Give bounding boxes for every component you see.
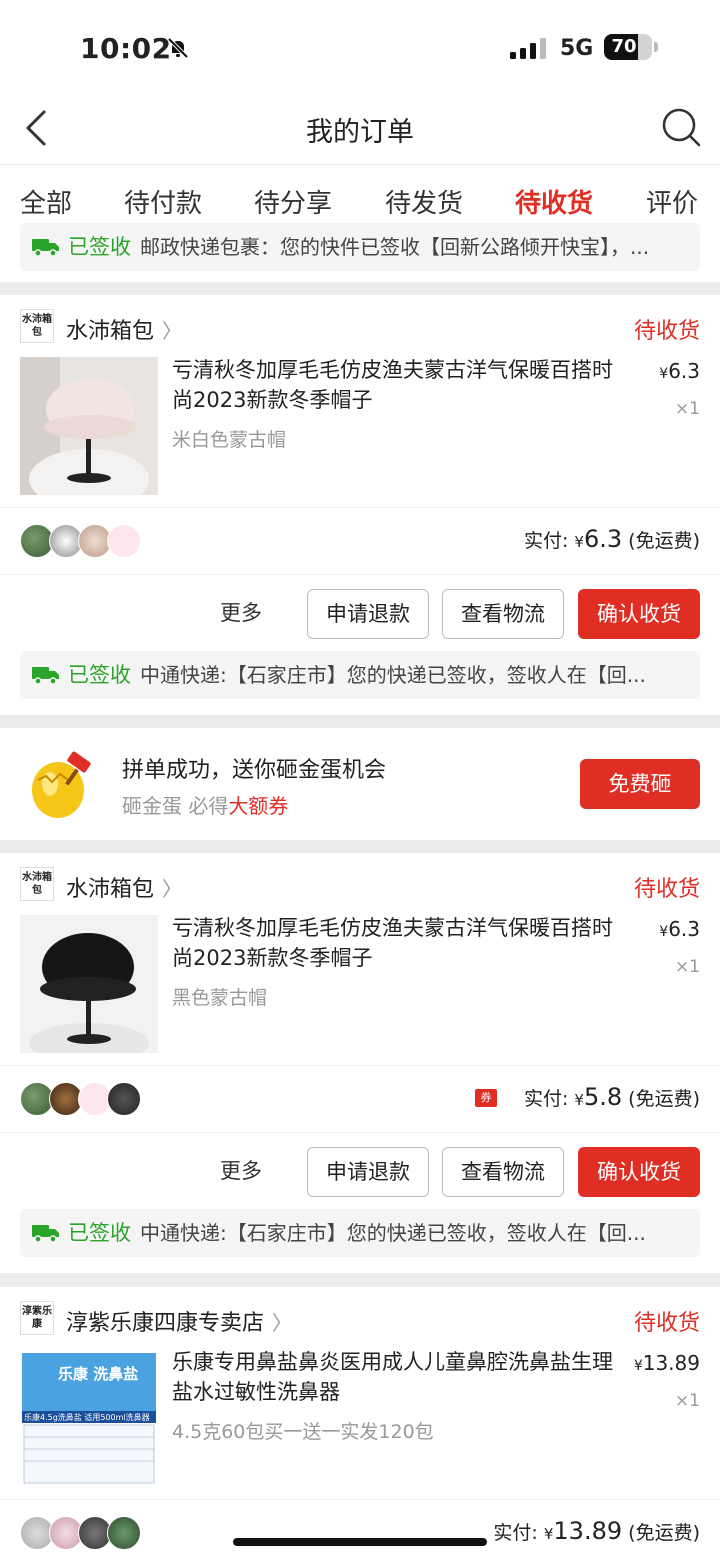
promo-title: 拼单成功，送你砸金蛋机会: [122, 758, 387, 783]
network-type: 5G: [560, 36, 594, 61]
product-image[interactable]: [20, 915, 158, 1053]
shop-logo[interactable]: 水沛箱包: [20, 309, 54, 343]
order-card: 水沛箱包 水沛箱包〉 待收货 亏清秋冬加厚毛毛仿皮渔夫蒙古洋气保暖百搭时尚202…: [0, 295, 720, 715]
product-name[interactable]: 乐康专用鼻盐鼻炎医用成人儿童鼻腔洗鼻盐生理盐水过敏性洗鼻器: [172, 1347, 632, 1407]
logistics-bar[interactable]: 已签收 中通快递:【石家庄市】您的快递已签收，签收人在【回...: [20, 1209, 700, 1257]
refund-button[interactable]: 申请退款: [307, 1147, 429, 1197]
chevron-right-icon: 〉: [272, 1311, 293, 1335]
tab-pending-receipt[interactable]: 待收货: [515, 183, 593, 220]
more-button[interactable]: 更多: [196, 589, 286, 639]
avatar: [107, 524, 141, 558]
shop-name[interactable]: 淳紫乐康四康专卖店〉: [66, 1305, 292, 1337]
product-spec: 4.5克60包买一送一实发120包: [172, 1421, 434, 1443]
package-brand: 乐康 洗鼻盐: [58, 1365, 139, 1383]
order-status: 待收货: [633, 319, 700, 344]
golden-egg-icon: [32, 751, 91, 818]
package-band: 乐康4.5g洗鼻盐 适用500ml洗鼻器: [24, 1413, 150, 1422]
battery-level: 70: [611, 36, 637, 57]
product-spec: 黑色蒙古帽: [172, 987, 268, 1009]
shop-name-text: 水沛箱包: [66, 319, 155, 344]
product-name[interactable]: 亏清秋冬加厚毛毛仿皮渔夫蒙古洋气保暖百搭时尚2023新款冬季帽子: [172, 355, 632, 415]
shop-name[interactable]: 水沛箱包〉: [66, 313, 182, 345]
product-price: ¥13.89: [633, 1351, 700, 1375]
promo-subtitle: 砸金蛋 必得大额券: [122, 794, 289, 818]
free-smash-button[interactable]: 免费砸: [580, 759, 700, 809]
order-card: 淳紫乐康 淳紫乐康四康专卖店〉 待收货 乐康 洗鼻盐 乐康4.5g洗鼻盐 适用5…: [0, 1287, 720, 1560]
product-image[interactable]: 乐康 洗鼻盐 乐康4.5g洗鼻盐 适用500ml洗鼻器: [20, 1349, 158, 1487]
logistics-bar[interactable]: 已签收 邮政快递包裹：您的快件已签收【回新公路倾开快宝】，...: [20, 223, 700, 271]
status-bar: 10:02 5G 70: [0, 0, 720, 92]
logistics-text: 中通快递:【石家庄市】您的快递已签收，签收人在【回...: [140, 1221, 646, 1245]
nav-bar: 我的订单: [0, 92, 720, 165]
paid-amount: 实付: ¥6.3 (免运费): [523, 525, 700, 553]
more-button[interactable]: 更多: [196, 1147, 286, 1197]
tab-pending-payment[interactable]: 待付款: [124, 183, 202, 220]
logistics-status: 已签收: [68, 235, 131, 259]
chevron-right-icon: 〉: [162, 319, 183, 343]
order-status: 待收货: [633, 1311, 700, 1336]
refund-button[interactable]: 申请退款: [307, 589, 429, 639]
shop-logo[interactable]: 淳紫乐康: [20, 1301, 54, 1335]
product-price: ¥6.3: [659, 359, 700, 383]
product-qty: ×1: [674, 399, 700, 419]
order-card: 水沛箱包 水沛箱包〉 待收货 亏清秋冬加厚毛毛仿皮渔夫蒙古洋气保暖百搭时尚202…: [0, 853, 720, 1273]
confirm-receipt-button[interactable]: 确认收货: [578, 589, 700, 639]
search-icon[interactable]: [660, 106, 702, 148]
paid-amount: 实付: ¥5.8 (免运费): [523, 1083, 700, 1111]
product-price: ¥6.3: [659, 917, 700, 941]
page-title: 我的订单: [306, 117, 414, 148]
tab-pending-shipment[interactable]: 待发货: [385, 183, 463, 220]
order-status: 待收货: [633, 877, 700, 902]
paid-amount: 实付: ¥13.89 (免运费): [493, 1517, 700, 1545]
home-indicator[interactable]: [233, 1538, 487, 1546]
product-qty: ×1: [674, 957, 700, 977]
smash-egg-promo: 拼单成功，送你砸金蛋机会 砸金蛋 必得大额券 免费砸: [0, 728, 720, 840]
logistics-text: 邮政快递包裹：您的快件已签收【回新公路倾开快宝】，...: [140, 235, 650, 259]
logistics-status: 已签收: [68, 663, 131, 687]
tab-pending-share[interactable]: 待分享: [254, 183, 332, 220]
shop-logo[interactable]: 水沛箱包: [20, 867, 54, 901]
product-qty: ×1: [674, 1391, 700, 1411]
logistics-status: 已签收: [68, 1221, 131, 1245]
shop-name-text: 淳紫乐康四康专卖店: [66, 1311, 265, 1336]
chevron-right-icon: 〉: [162, 877, 183, 901]
battery-icon: 70: [604, 34, 652, 60]
tab-all[interactable]: 全部: [20, 183, 72, 220]
coupon-badge: 券: [475, 1089, 497, 1107]
product-image[interactable]: [20, 357, 158, 495]
shop-name[interactable]: 水沛箱包〉: [66, 871, 182, 903]
product-name[interactable]: 亏清秋冬加厚毛毛仿皮渔夫蒙古洋气保暖百搭时尚2023新款冬季帽子: [172, 913, 632, 973]
truck-icon: [32, 1225, 59, 1243]
confirm-receipt-button[interactable]: 确认收货: [578, 1147, 700, 1197]
signal-icon: [510, 38, 546, 59]
truck-icon: [32, 667, 59, 685]
order-card-partial: 已签收 邮政快递包裹：您的快件已签收【回新公路倾开快宝】，...: [0, 223, 720, 282]
view-logistics-button[interactable]: 查看物流: [442, 1147, 564, 1197]
truck-icon: [32, 239, 59, 257]
status-time: 10:02: [80, 32, 172, 65]
view-logistics-button[interactable]: 查看物流: [442, 589, 564, 639]
avatar: [107, 1516, 141, 1550]
logistics-text: 中通快递:【石家庄市】您的快递已签收，签收人在【回...: [140, 663, 646, 687]
shop-name-text: 水沛箱包: [66, 877, 155, 902]
avatar: [107, 1082, 141, 1116]
bell-muted-icon: [167, 37, 189, 59]
product-spec: 米白色蒙古帽: [172, 429, 287, 451]
logistics-bar[interactable]: 已签收 中通快递:【石家庄市】您的快递已签收，签收人在【回...: [20, 651, 700, 699]
tab-review[interactable]: 评价: [646, 183, 698, 220]
